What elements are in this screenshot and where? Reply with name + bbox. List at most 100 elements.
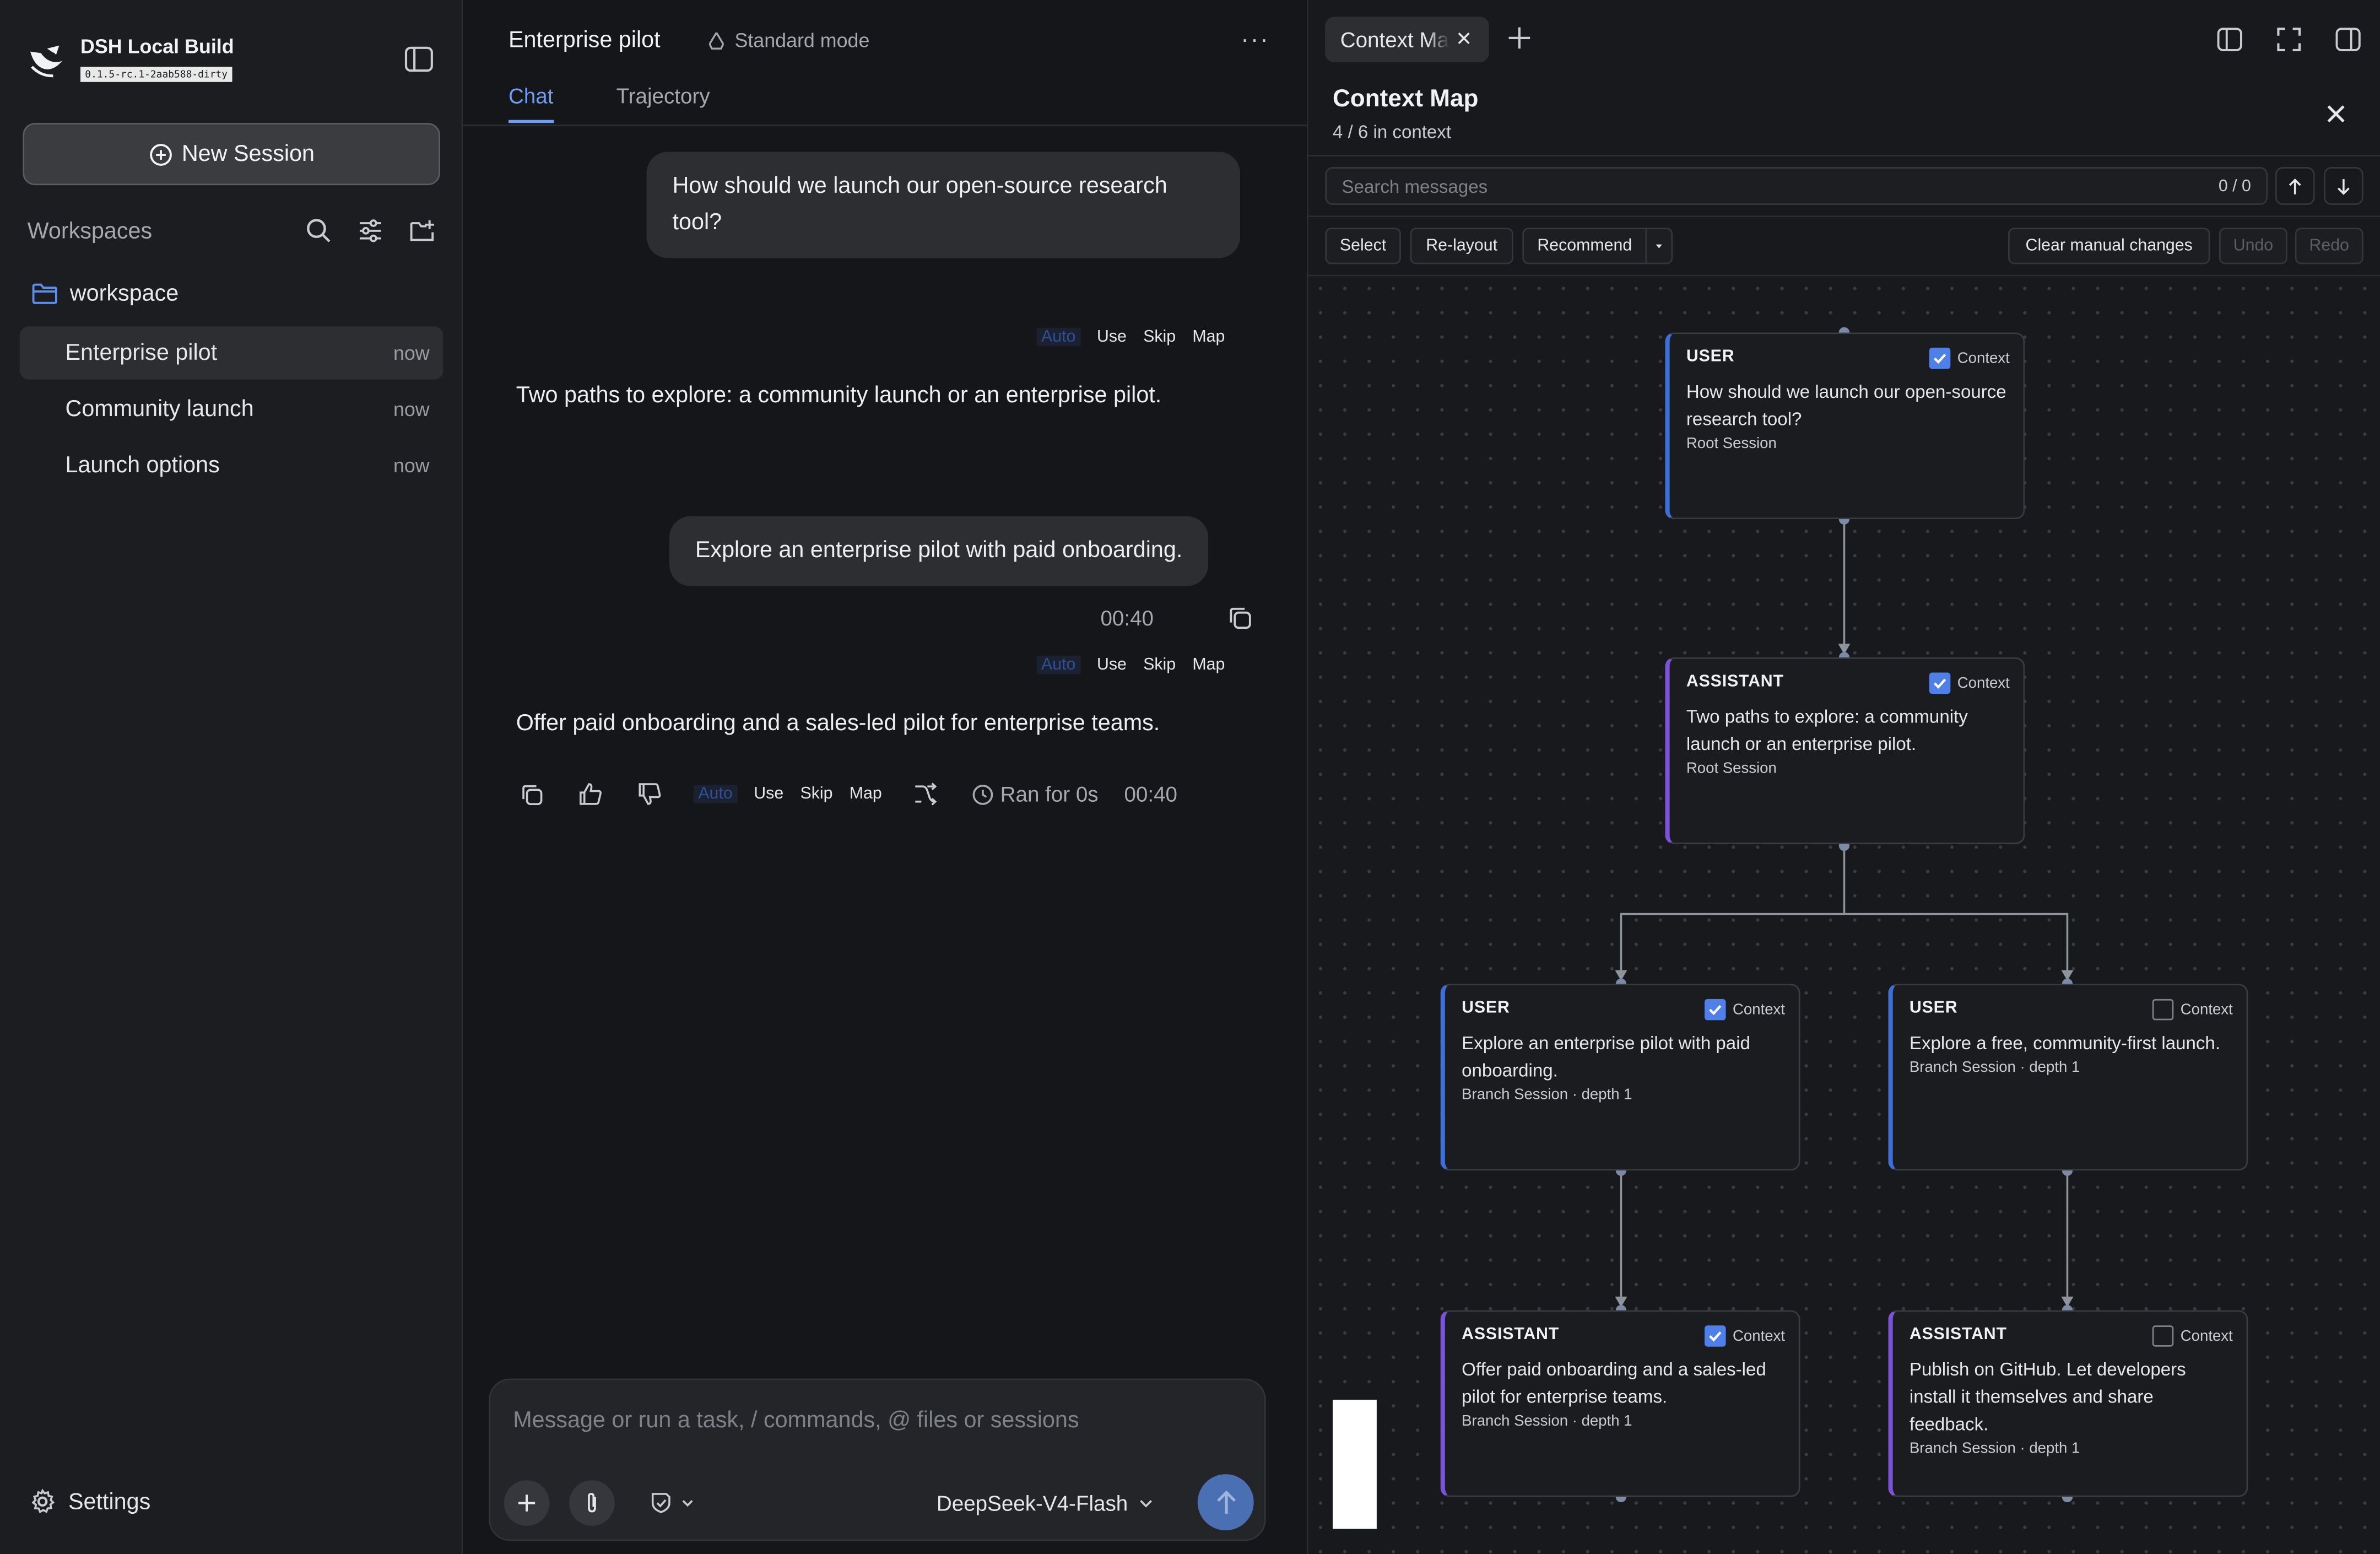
tab-chat[interactable]: Chat <box>508 84 554 123</box>
session-item-enterprise-pilot[interactable]: Enterprise pilot now <box>19 326 443 380</box>
search-messages-input[interactable]: Search messages 0 / 0 <box>1325 167 2268 205</box>
context-label: Context <box>1957 675 2010 692</box>
tab-context-map[interactable]: Context Map ✕ <box>1325 17 1489 62</box>
attach-button[interactable] <box>569 1480 615 1526</box>
context-checkbox[interactable]: Context <box>2151 1325 2233 1347</box>
model-label: DeepSeek-V4-Flash <box>936 1491 1128 1515</box>
search-icon[interactable] <box>304 215 334 246</box>
redo-button[interactable]: Redo <box>2295 228 2363 265</box>
branch-icon[interactable] <box>911 779 941 809</box>
map-toggle[interactable]: Map <box>1192 656 1225 674</box>
recommend-button[interactable]: Recommend <box>1522 228 1647 265</box>
user-message: How should we launch our open-source res… <box>646 152 1240 258</box>
session-label: Community launch <box>65 396 254 422</box>
session-item-launch-options[interactable]: Launch options now <box>20 439 443 492</box>
add-button[interactable] <box>504 1480 550 1526</box>
gear-icon <box>31 1488 55 1514</box>
workspace-folder[interactable]: workspace <box>32 281 178 307</box>
clear-manual-changes-button[interactable]: Clear manual changes <box>2008 228 2210 265</box>
map-toggle[interactable]: Map <box>1192 328 1225 346</box>
node-text: How should we launch our open-source res… <box>1686 381 2006 430</box>
skip-toggle[interactable]: Skip <box>1143 328 1176 346</box>
copy-icon[interactable] <box>516 779 547 809</box>
relayout-button[interactable]: Re-layout <box>1410 228 1513 265</box>
previous-match-button[interactable] <box>2275 167 2315 205</box>
node-text: Explore a free, community-first launch. <box>1909 1032 2221 1054</box>
graph-node-user-root[interactable]: USER Context How should we launch our op… <box>1665 332 2025 520</box>
edge <box>1844 913 2069 976</box>
session-label: Enterprise pilot <box>65 340 218 366</box>
context-checkbox[interactable]: Context <box>1703 1325 1785 1347</box>
checkbox-checked-icon <box>1703 1325 1726 1347</box>
workspaces-label: Workspaces <box>27 218 153 244</box>
undo-button[interactable]: Undo <box>2219 228 2287 265</box>
session-time: now <box>393 397 430 421</box>
map-toggle[interactable]: Map <box>850 785 882 803</box>
model-select[interactable]: DeepSeek-V4-Flash <box>937 1491 1155 1515</box>
node-text: Publish on GitHub. Let developers instal… <box>1909 1358 2186 1435</box>
select-button[interactable]: Select <box>1325 228 1401 265</box>
graph-node-assistant-enterprise[interactable]: ASSISTANT Context Offer paid onboarding … <box>1440 1310 1800 1497</box>
graph-node-user-community[interactable]: USER Context Explore a free, community-f… <box>1888 984 2248 1171</box>
minimap[interactable] <box>1332 1400 1377 1529</box>
use-toggle[interactable]: Use <box>1097 656 1127 674</box>
settings-label: Settings <box>68 1488 151 1515</box>
thumbs-up-icon[interactable] <box>575 779 605 809</box>
close-tab-icon[interactable]: ✕ <box>1456 28 1472 52</box>
context-label: Context <box>1957 350 2010 367</box>
folder-label: workspace <box>69 280 179 307</box>
expand-icon[interactable] <box>2275 26 2303 53</box>
add-tab-icon[interactable] <box>1506 24 1533 52</box>
next-match-button[interactable] <box>2324 167 2363 205</box>
mode-indicator[interactable]: Standard mode <box>706 29 869 52</box>
graph-node-assistant-community[interactable]: ASSISTANT Context Publish on GitHub. Let… <box>1888 1310 2248 1497</box>
checkbox-checked-icon <box>1928 672 1950 694</box>
send-button[interactable] <box>1197 1474 1254 1531</box>
use-toggle[interactable]: Use <box>1097 328 1127 346</box>
filter-sliders-icon[interactable] <box>355 215 386 246</box>
chevron-down-icon <box>1140 1500 1153 1508</box>
use-toggle[interactable]: Use <box>754 785 783 803</box>
arrow-up-icon <box>1216 1490 1235 1513</box>
divider <box>1308 155 2380 157</box>
toggle-right-panel-icon[interactable] <box>2334 26 2362 53</box>
run-timestamp: 00:40 <box>1124 781 1178 806</box>
composer: Message or run a task, / commands, @ fil… <box>489 1378 1266 1541</box>
message-input[interactable]: Message or run a task, / commands, @ fil… <box>513 1407 1079 1433</box>
permissions-dropdown[interactable] <box>648 1490 695 1515</box>
context-checkbox[interactable]: Context <box>2151 999 2233 1021</box>
graph-node-assistant-root[interactable]: ASSISTANT Context Two paths to explore: … <box>1665 657 2025 844</box>
paperclip-icon <box>588 1493 596 1513</box>
auto-toggle[interactable]: Auto <box>694 785 737 803</box>
session-time: now <box>393 341 430 365</box>
context-map-canvas[interactable]: USER Context How should we launch our op… <box>1308 276 2380 1554</box>
recommend-dropdown[interactable] <box>1645 228 1673 265</box>
assistant-message: Offer paid onboarding and a sales-led pi… <box>516 710 1160 737</box>
context-checkbox[interactable]: Context <box>1703 999 1785 1021</box>
context-checkbox[interactable]: Context <box>1928 347 2010 369</box>
auto-toggle[interactable]: Auto <box>1036 656 1080 675</box>
assistant-message: Two paths to explore: a community launch… <box>516 382 1162 409</box>
session-item-community-launch[interactable]: Community launch now <box>20 382 443 435</box>
skip-toggle[interactable]: Skip <box>800 785 832 803</box>
toggle-sidebar-icon[interactable] <box>404 46 434 73</box>
new-session-button[interactable]: New Session <box>23 123 440 186</box>
copy-icon[interactable] <box>1226 605 1254 632</box>
skip-toggle[interactable]: Skip <box>1143 656 1176 674</box>
context-checkbox[interactable]: Context <box>1928 672 2010 694</box>
node-meta: Branch Session · depth 1 <box>1462 1087 1632 1104</box>
split-view-icon[interactable] <box>2216 26 2243 53</box>
settings-button[interactable]: Settings <box>29 1488 150 1515</box>
panel-title: Context Map <box>1332 87 1479 112</box>
close-icon[interactable] <box>2325 103 2347 125</box>
graph-node-user-enterprise[interactable]: USER Context Explore an enterprise pilot… <box>1440 984 1800 1171</box>
tab-trajectory[interactable]: Trajectory <box>616 84 710 120</box>
auto-toggle[interactable]: Auto <box>1036 328 1080 347</box>
edge <box>1620 845 1846 976</box>
more-options-icon[interactable]: ··· <box>1240 28 1270 55</box>
checkbox-checked-icon <box>1928 347 1950 369</box>
sidebar: DSH Local Build 0.1.5-rc.1-2aab588-dirty… <box>0 0 463 1554</box>
divider <box>1308 215 2380 217</box>
thumbs-down-icon[interactable] <box>635 779 665 809</box>
new-folder-icon[interactable] <box>407 215 437 246</box>
